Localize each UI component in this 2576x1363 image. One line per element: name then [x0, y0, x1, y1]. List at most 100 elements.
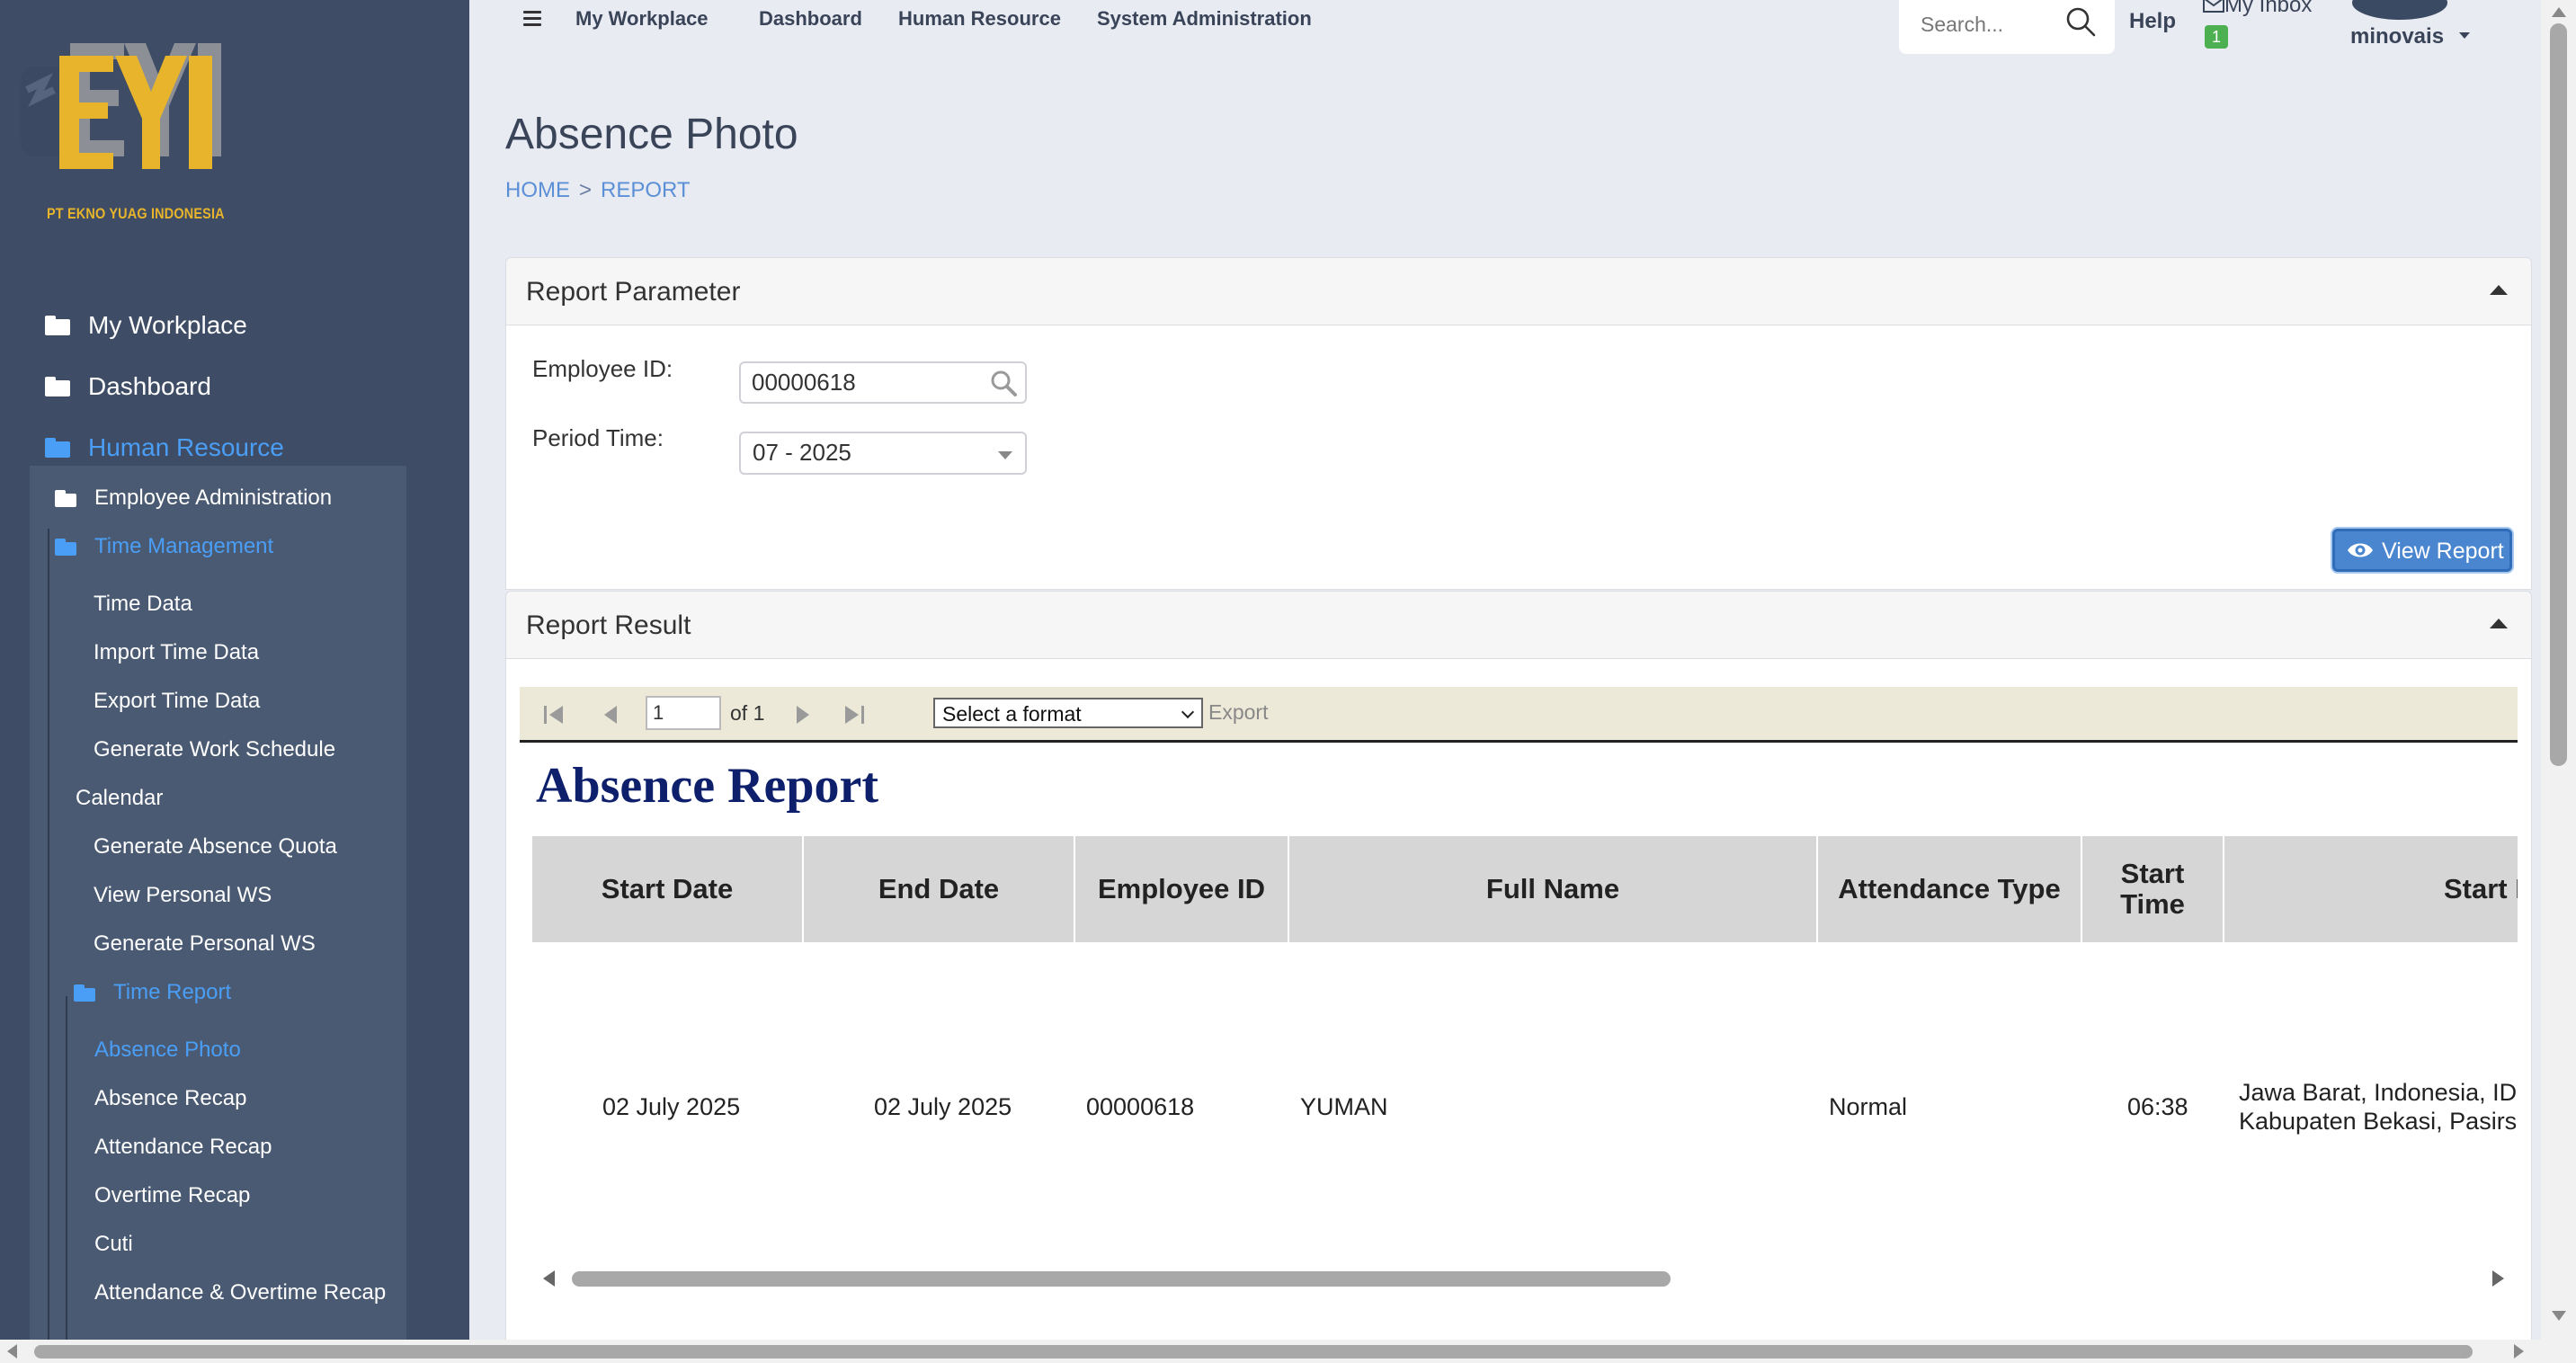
- column-header: Attendance Type: [1818, 836, 2081, 942]
- column-header: End Date: [804, 836, 1074, 942]
- page-count: of 1: [730, 701, 765, 725]
- period-time-select[interactable]: 07 - 2025: [739, 432, 1027, 475]
- sidebar: PT EKNO YUAG INDONESIA My Workplace Dash…: [0, 0, 469, 1340]
- employee-id-label: Employee ID:: [532, 355, 673, 382]
- cell-end-date: 02 July 2025: [874, 1093, 1012, 1120]
- column-header: Employee ID: [1075, 836, 1288, 942]
- sidebar-item-generate-absence-quota[interactable]: Generate Absence Quota: [94, 834, 337, 860]
- sidebar-item-dashboard[interactable]: Dashboard: [0, 356, 469, 417]
- column-header: Start Time: [2082, 836, 2223, 942]
- company-logo[interactable]: [18, 27, 252, 234]
- inbox-count-badge: 1: [2205, 25, 2228, 49]
- period-time-value: 07 - 2025: [753, 439, 851, 466]
- mail-icon: [2203, 0, 2224, 13]
- sidebar-item-generate-personal-ws[interactable]: Generate Personal WS: [94, 931, 316, 957]
- inbox-label: My Inbox: [2224, 0, 2313, 17]
- topnav-system-administration[interactable]: System Administration: [1097, 7, 1312, 31]
- report-table: Start Date End Date Employee ID Full Nam…: [532, 836, 2518, 1214]
- report-viewer-toolbar: of 1 Select a format Export: [520, 687, 2518, 743]
- cell-start-date: 02 July 2025: [602, 1093, 741, 1120]
- sidebar-item-import-time-data[interactable]: Import Time Data: [94, 640, 259, 665]
- panel-title: Report Result: [526, 610, 691, 640]
- scroll-thumb[interactable]: [572, 1271, 1671, 1287]
- collapse-icon[interactable]: [2490, 285, 2508, 295]
- page-title: Absence Photo: [505, 111, 798, 158]
- last-page-icon[interactable]: [842, 703, 867, 726]
- global-search: [1899, 0, 2115, 54]
- sidebar-item-time-management[interactable]: Time Management: [55, 534, 273, 559]
- sidebar-item-generate-work-schedule[interactable]: Generate Work Schedule: [94, 737, 335, 762]
- scroll-right-icon[interactable]: [2492, 1270, 2504, 1287]
- search-input[interactable]: [1921, 9, 2064, 40]
- report-horizontal-scrollbar[interactable]: [532, 1262, 2518, 1295]
- previous-page-icon[interactable]: [599, 703, 624, 726]
- hr-submenu: Employee Administration Time Management …: [30, 466, 406, 1340]
- sidebar-item-time-data[interactable]: Time Data: [94, 592, 192, 617]
- chevron-down-icon: [998, 451, 1012, 459]
- scroll-left-icon[interactable]: [543, 1270, 555, 1287]
- sidebar-item-attendance-overtime-recap[interactable]: Attendance & Overtime Recap: [94, 1280, 386, 1305]
- tree-line: [48, 529, 49, 1340]
- help-link[interactable]: Help: [2129, 9, 2176, 34]
- export-format-value: Select a format: [942, 702, 1082, 726]
- breadcrumb-report[interactable]: REPORT: [601, 178, 691, 202]
- sidebar-item-employee-administration[interactable]: Employee Administration: [55, 486, 332, 511]
- scroll-down-icon[interactable]: [2552, 1311, 2566, 1321]
- sidebar-item-export-time-data[interactable]: Export Time Data: [94, 689, 260, 714]
- breadcrumb: HOME > REPORT: [505, 178, 691, 203]
- chevron-down-icon: [1181, 705, 1195, 719]
- eye-icon: [2348, 543, 2373, 557]
- company-name: PT EKNO YUAG INDONESIA: [47, 205, 225, 222]
- column-header: Start Date: [532, 836, 802, 942]
- scroll-up-icon[interactable]: [2552, 7, 2566, 17]
- collapse-icon[interactable]: [2490, 619, 2508, 628]
- page-horizontal-scrollbar[interactable]: [0, 1340, 2576, 1363]
- sidebar-item-calendar[interactable]: Calendar: [76, 786, 163, 811]
- topnav-dashboard[interactable]: Dashboard: [759, 7, 862, 31]
- lookup-search-icon[interactable]: [987, 367, 1020, 399]
- folder-open-icon: [45, 438, 70, 458]
- chevron-down-icon[interactable]: [2459, 32, 2470, 39]
- sidebar-item-view-personal-ws[interactable]: View Personal WS: [94, 883, 272, 908]
- sidebar-item-label: Employee Administration: [94, 486, 333, 510]
- cell-location-line2: Kabupaten Bekasi, Pasirs: [2239, 1108, 2518, 1135]
- scroll-right-icon[interactable]: [2514, 1344, 2524, 1359]
- sidebar-item-absence-recap[interactable]: Absence Recap: [94, 1086, 246, 1111]
- scroll-thumb[interactable]: [34, 1345, 2473, 1359]
- scroll-thumb[interactable]: [2550, 23, 2567, 766]
- sidebar-item-label: Human Resource: [88, 433, 284, 461]
- sidebar-item-absence-photo[interactable]: Absence Photo: [94, 1038, 241, 1063]
- export-link[interactable]: Export: [1208, 700, 1268, 725]
- search-icon[interactable]: [2063, 4, 2099, 40]
- export-format-select[interactable]: Select a format: [933, 698, 1203, 728]
- sidebar-item-overtime-recap[interactable]: Overtime Recap: [94, 1183, 250, 1208]
- sidebar-main-nav: My Workplace Dashboard Human Resource: [0, 295, 469, 478]
- view-report-button[interactable]: View Report: [2332, 529, 2512, 572]
- topnav-human-resource[interactable]: Human Resource: [898, 7, 1061, 31]
- folder-open-icon: [74, 984, 95, 1002]
- sidebar-item-my-workplace[interactable]: My Workplace: [0, 295, 469, 356]
- report-title: Absence Report: [536, 758, 879, 814]
- hamburger-icon[interactable]: [523, 11, 541, 27]
- report-result-header[interactable]: Report Result: [505, 591, 2532, 659]
- sidebar-item-attendance-recap[interactable]: Attendance Recap: [94, 1135, 272, 1160]
- report-parameter-header[interactable]: Report Parameter: [505, 257, 2532, 325]
- user-menu[interactable]: minovais: [2350, 24, 2444, 49]
- period-time-label: Period Time:: [532, 424, 664, 451]
- topnav-my-workplace[interactable]: My Workplace: [575, 7, 709, 31]
- next-page-icon[interactable]: [789, 703, 815, 726]
- cell-attendance-type: Normal: [1829, 1093, 1908, 1120]
- employee-id-field[interactable]: [739, 361, 1027, 404]
- cell-start-time: 06:38: [2127, 1093, 2188, 1120]
- folder-open-icon: [55, 539, 76, 557]
- first-page-icon[interactable]: [541, 703, 566, 726]
- sidebar-item-label: Time Report: [113, 980, 232, 1004]
- sidebar-item-time-report[interactable]: Time Report: [74, 980, 231, 1005]
- page-number-input[interactable]: [646, 696, 721, 730]
- inbox-link[interactable]: My Inbox: [2203, 0, 2312, 18]
- sidebar-item-label: My Workplace: [88, 311, 247, 339]
- sidebar-item-cuti[interactable]: Cuti: [94, 1232, 133, 1257]
- page-vertical-scrollbar[interactable]: [2541, 0, 2576, 1340]
- scroll-left-icon[interactable]: [7, 1344, 17, 1359]
- breadcrumb-home[interactable]: HOME: [505, 178, 570, 202]
